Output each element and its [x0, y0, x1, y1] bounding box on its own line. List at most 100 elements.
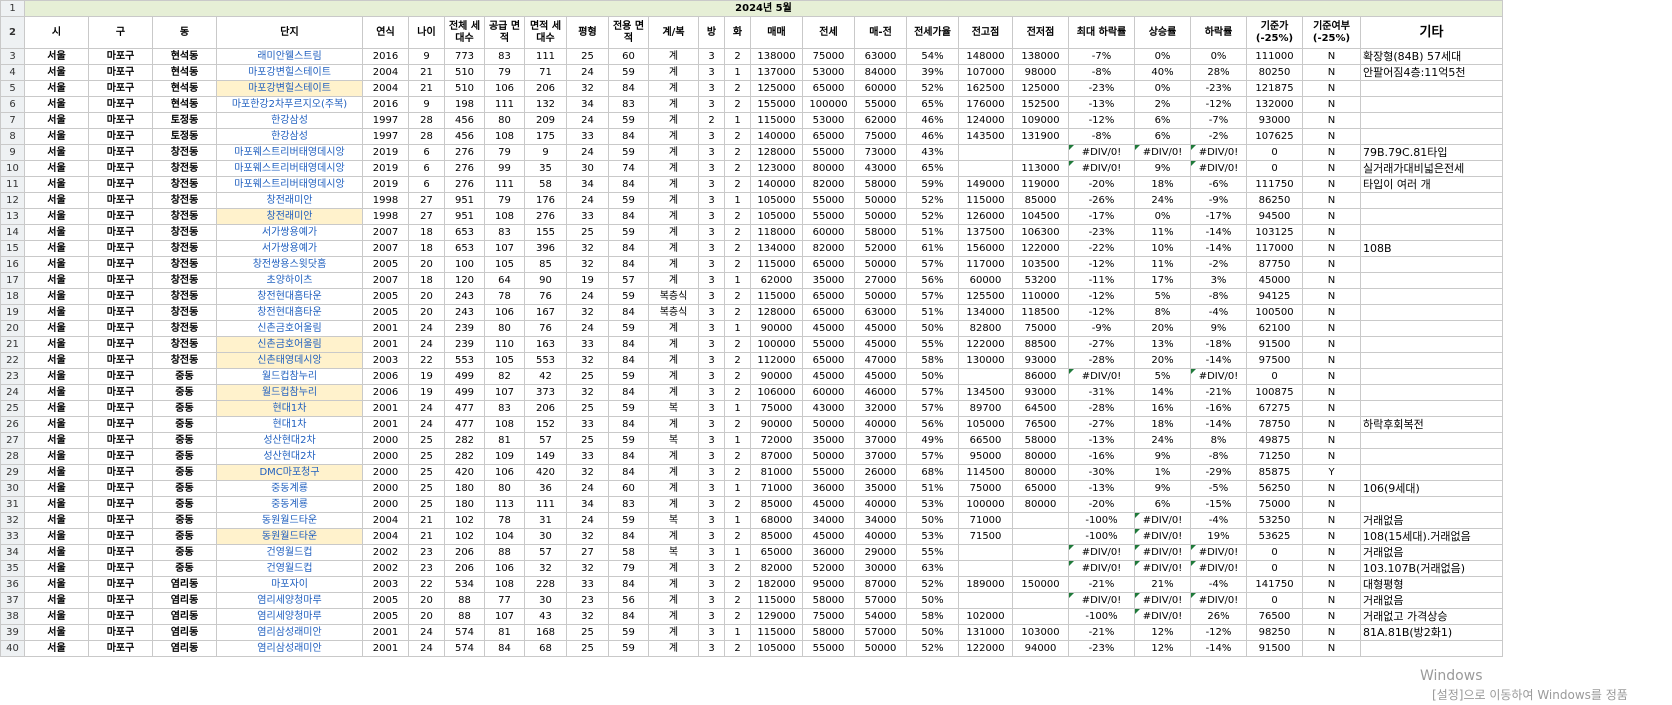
column-header[interactable]: 공급 면적	[484, 16, 525, 49]
table-cell[interactable]: 65%	[906, 160, 959, 177]
complex-name-cell[interactable]: 마포웨스트리버태영데시앙	[216, 176, 363, 193]
table-cell[interactable]: -13%	[1068, 96, 1135, 113]
table-cell[interactable]: 50000	[802, 448, 855, 465]
table-cell[interactable]: 102000	[958, 608, 1013, 625]
complex-name-cell[interactable]: 염리삼성래미안	[216, 640, 363, 657]
table-cell[interactable]: 2000	[362, 448, 409, 465]
table-cell[interactable]: 토정동	[152, 128, 217, 145]
table-cell[interactable]: 58	[608, 544, 649, 561]
table-cell[interactable]: 80250	[1246, 64, 1303, 81]
table-cell[interactable]: 163	[524, 336, 567, 353]
table-cell[interactable]: 0%	[1134, 48, 1191, 65]
table-cell[interactable]: 2005	[362, 608, 409, 625]
table-cell[interactable]: 773	[444, 48, 485, 65]
table-cell[interactable]: 계	[648, 624, 699, 641]
table-cell[interactable]: 104	[484, 528, 525, 545]
table-cell[interactable]: 84	[608, 576, 649, 593]
table-cell[interactable]: 염리동	[152, 592, 217, 609]
table-cell[interactable]: #DIV/0!	[1134, 608, 1191, 625]
table-cell[interactable]: 서울	[24, 592, 89, 609]
table-cell[interactable]: -27%	[1068, 416, 1135, 433]
table-cell[interactable]: 18	[408, 224, 445, 241]
table-cell[interactable]: 84	[608, 464, 649, 481]
table-cell[interactable]: 3	[698, 272, 725, 289]
table-cell[interactable]: 마포구	[88, 128, 153, 145]
table-cell[interactable]: 9	[408, 48, 445, 65]
table-cell[interactable]	[1012, 512, 1069, 529]
table-cell[interactable]: 80000	[1012, 464, 1069, 481]
table-cell[interactable]: 20	[408, 592, 445, 609]
complex-name-cell[interactable]: 마포강변힐스테이트	[216, 64, 363, 81]
table-cell[interactable]: 34	[566, 176, 609, 193]
table-cell[interactable]: N	[1302, 160, 1361, 177]
table-cell[interactable]: 108	[484, 576, 525, 593]
table-cell[interactable]: 0	[1246, 544, 1303, 561]
table-cell[interactable]: 65000	[802, 128, 855, 145]
table-cell[interactable]: 83	[484, 48, 525, 65]
complex-name-cell[interactable]: 현대1차	[216, 400, 363, 417]
row-number[interactable]: 5	[0, 80, 25, 97]
table-cell[interactable]: N	[1302, 272, 1361, 289]
table-cell[interactable]: 서울	[24, 512, 89, 529]
table-cell[interactable]: 2016	[362, 48, 409, 65]
table-cell[interactable]: 서울	[24, 560, 89, 577]
table-cell[interactable]: 계	[648, 480, 699, 497]
row-number[interactable]: 9	[0, 144, 25, 161]
table-cell[interactable]: 서울	[24, 544, 89, 561]
table-cell[interactable]: 서울	[24, 528, 89, 545]
row-number[interactable]: 1	[0, 0, 25, 17]
table-cell[interactable]: 20	[408, 256, 445, 273]
table-cell[interactable]: 12%	[1134, 624, 1191, 641]
column-header[interactable]: 방	[698, 16, 725, 49]
complex-name-cell[interactable]: 한강삼성	[216, 128, 363, 145]
row-number[interactable]: 24	[0, 384, 25, 401]
table-cell[interactable]: 100000	[750, 336, 803, 353]
table-cell[interactable]	[958, 144, 1013, 161]
table-cell[interactable]: 111	[484, 176, 525, 193]
table-cell[interactable]: -31%	[1068, 384, 1135, 401]
table-cell[interactable]: 88	[484, 544, 525, 561]
table-cell[interactable]: 2004	[362, 512, 409, 529]
table-cell[interactable]: 마포구	[88, 400, 153, 417]
table-cell[interactable]: -23%	[1068, 224, 1135, 241]
note-cell[interactable]	[1360, 256, 1503, 273]
table-cell[interactable]: 53000	[802, 64, 855, 81]
table-cell[interactable]: #DIV/0!	[1068, 544, 1135, 561]
table-cell[interactable]: 3	[698, 560, 725, 577]
table-cell[interactable]: 102	[444, 512, 485, 529]
table-cell[interactable]: 마포구	[88, 64, 153, 81]
table-cell[interactable]: 현석동	[152, 48, 217, 65]
note-cell[interactable]	[1360, 208, 1503, 225]
table-cell[interactable]: 510	[444, 80, 485, 97]
table-cell[interactable]: 84000	[854, 64, 907, 81]
table-cell[interactable]: 계	[648, 368, 699, 385]
table-cell[interactable]: 107	[484, 384, 525, 401]
complex-name-cell[interactable]: 창전래미안	[216, 192, 363, 209]
row-number[interactable]: 19	[0, 304, 25, 321]
table-cell[interactable]: 110000	[1012, 288, 1069, 305]
table-cell[interactable]: 1	[724, 64, 751, 81]
table-cell[interactable]: #DIV/0!	[1068, 592, 1135, 609]
column-header[interactable]: 최대 하락률	[1068, 16, 1135, 49]
table-cell[interactable]: -21%	[1190, 384, 1247, 401]
table-cell[interactable]: -4%	[1190, 576, 1247, 593]
table-cell[interactable]: 118000	[750, 224, 803, 241]
table-cell[interactable]: 141750	[1246, 576, 1303, 593]
table-cell[interactable]: 계	[648, 352, 699, 369]
table-cell[interactable]: 86250	[1246, 192, 1303, 209]
table-cell[interactable]: 서울	[24, 208, 89, 225]
table-cell[interactable]: 59	[608, 640, 649, 657]
table-cell[interactable]: 2019	[362, 176, 409, 193]
complex-name-cell[interactable]: 신촌태영데시앙	[216, 352, 363, 369]
row-number[interactable]: 27	[0, 432, 25, 449]
table-cell[interactable]: 마포구	[88, 336, 153, 353]
note-cell[interactable]: 103.107B(거래없음)	[1360, 560, 1503, 577]
table-cell[interactable]: 3	[698, 192, 725, 209]
table-cell[interactable]: 79	[484, 144, 525, 161]
table-cell[interactable]: 창전동	[152, 176, 217, 193]
table-cell[interactable]: 2000	[362, 480, 409, 497]
table-cell[interactable]: 2	[724, 224, 751, 241]
table-cell[interactable]: 47000	[854, 352, 907, 369]
table-cell[interactable]: 84	[608, 128, 649, 145]
table-cell[interactable]: 95000	[802, 576, 855, 593]
